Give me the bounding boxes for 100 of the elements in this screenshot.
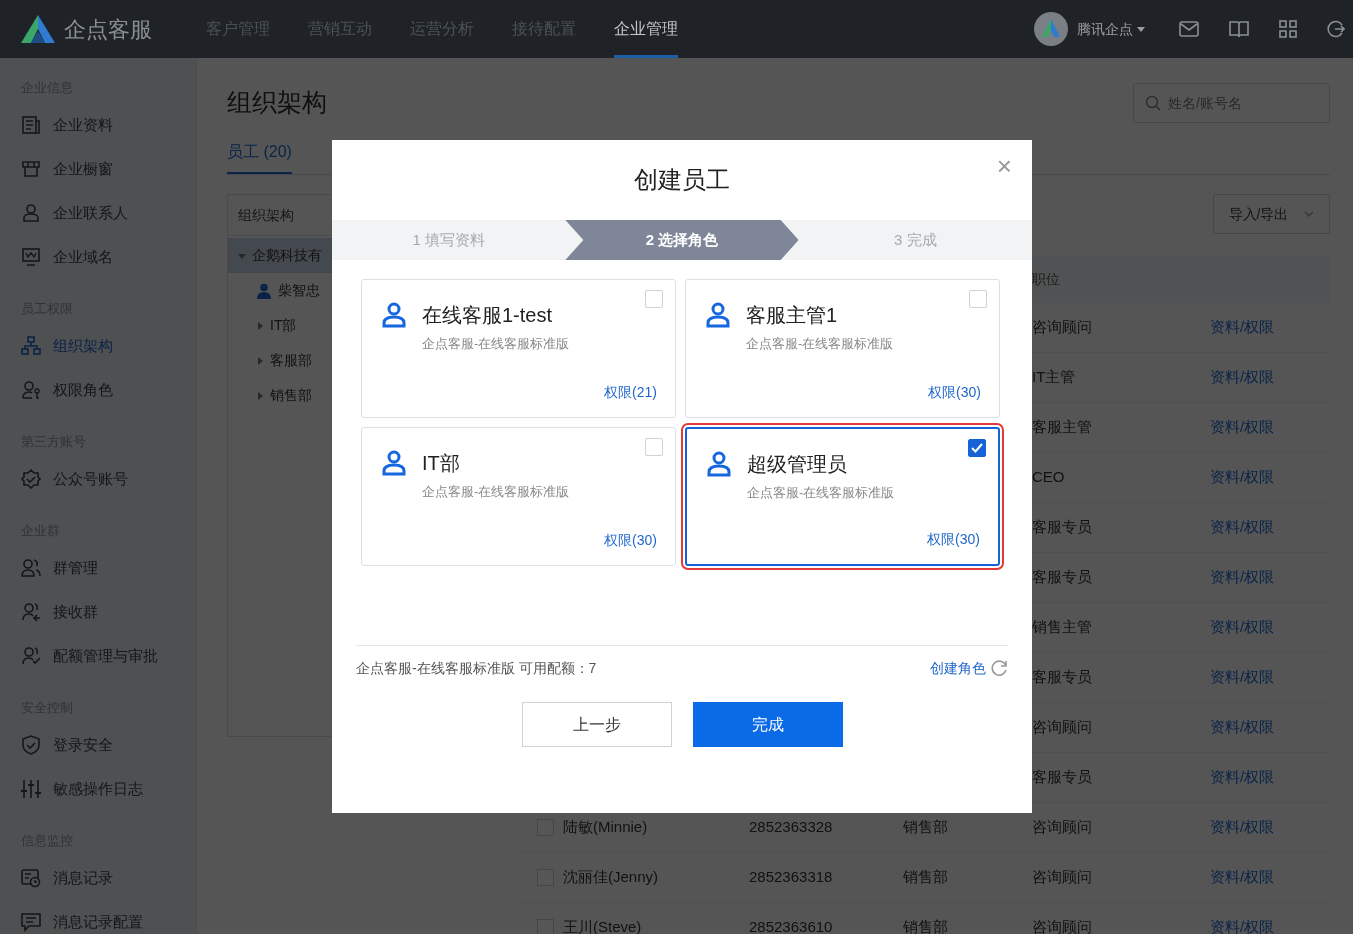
role-card[interactable]: 在线客服1-test 企点客服-在线客服标准版 权限(21) [361, 279, 676, 418]
close-button[interactable]: × [990, 152, 1018, 180]
table-cell: CEO [1032, 468, 1065, 486]
document-icon [21, 115, 41, 135]
shield-check-icon [21, 735, 41, 755]
profile-permissions-link[interactable]: 资料/权限 [1210, 618, 1275, 636]
profile-permissions-link[interactable]: 资料/权限 [1210, 468, 1275, 486]
sidebar-item[interactable]: 接收群 [0, 590, 196, 634]
message-icon [21, 912, 41, 932]
role-card[interactable]: 客服主管1 企点客服-在线客服标准版 权限(30) [685, 279, 1000, 418]
previous-step-button[interactable]: 上一步 [521, 702, 672, 747]
table-cell: 客服专员 [1032, 668, 1092, 686]
profile-permissions-link[interactable]: 资料/权限 [1210, 368, 1275, 386]
profile-permissions-link[interactable]: 资料/权限 [1210, 568, 1275, 586]
tree-item[interactable]: 客服部 [270, 350, 312, 371]
create-role-link[interactable]: 创建角色 [930, 657, 1008, 679]
profile-permissions-link[interactable]: 资料/权限 [1210, 918, 1275, 934]
tree-item[interactable]: IT部 [270, 315, 297, 336]
table-cell: 陆敏(Minnie) [563, 818, 648, 836]
profile-permissions-link[interactable]: 资料/权限 [1210, 718, 1275, 736]
people-check-icon [21, 646, 41, 666]
chevron-down-icon [1304, 211, 1315, 217]
import-export-button[interactable]: 导入/导出 [1213, 194, 1330, 234]
sidebar-item[interactable]: 权限角色 [0, 368, 196, 412]
role-name: IT部 [422, 451, 461, 476]
profile-permissions-link[interactable]: 资料/权限 [1210, 518, 1275, 536]
badge-check-icon [21, 469, 41, 489]
person-icon [382, 450, 406, 476]
sliders-icon [21, 779, 41, 799]
role-name: 客服主管1 [746, 303, 839, 328]
sidebar-item[interactable]: 企业域名 [0, 235, 196, 279]
search-icon [1145, 95, 1161, 111]
tree-item[interactable]: 销售部 [270, 385, 312, 406]
table-cell: 销售部 [903, 868, 948, 886]
logout-icon [1327, 20, 1345, 38]
account-menu[interactable]: 腾讯企点 [1077, 18, 1145, 40]
quota-text: 企点客服-在线客服标准版 可用配额：7 [356, 658, 597, 678]
profile-permissions-link[interactable]: 资料/权限 [1210, 768, 1275, 786]
profile-permissions-link[interactable]: 资料/权限 [1210, 668, 1275, 686]
sidebar-item[interactable]: 企业资料 [0, 103, 196, 147]
person-icon [21, 203, 41, 223]
sidebar-item[interactable]: 企业联系人 [0, 191, 196, 235]
book-icon [1229, 20, 1249, 38]
table-cell: 咨询顾问 [1032, 818, 1092, 836]
dialog-title: 创建员工 [634, 165, 730, 195]
table-cell: 2852363610 [749, 918, 833, 934]
table-cell: IT主管 [1032, 368, 1076, 386]
sidebar-item[interactable]: 配额管理与审批 [0, 634, 196, 678]
people-arrow-icon [21, 602, 41, 622]
role-product: 企点客服-在线客服标准版 [422, 483, 570, 501]
table-cell: 沈丽佳(Jenny) [563, 868, 659, 886]
role-product: 企点客服-在线客服标准版 [422, 335, 570, 353]
table-cell: 客服专员 [1032, 518, 1092, 536]
tree-item[interactable]: 企鹅科技有 [252, 245, 322, 266]
person-icon [256, 282, 272, 299]
grid-icon [1279, 20, 1297, 38]
caret-icon [1137, 26, 1145, 32]
sidebar-item[interactable]: 公众号账号 [0, 457, 196, 501]
role-name: 在线客服1-test [422, 303, 554, 328]
sidebar-item[interactable]: 组织架构 [0, 324, 196, 368]
table-cell: 销售主管 [1032, 618, 1092, 636]
wizard-step: 2 选择角色 [565, 220, 799, 260]
profile-permissions-link[interactable]: 资料/权限 [1210, 818, 1275, 836]
tab[interactable]: 员工 (20) [227, 140, 292, 174]
tree-item[interactable]: 柴智忠 [278, 280, 320, 301]
logo-icon [20, 14, 56, 44]
permissions-link[interactable]: 权限(30) [928, 382, 981, 403]
profile-permissions-link[interactable]: 资料/权限 [1210, 418, 1275, 436]
table-cell: 2852363318 [749, 868, 833, 886]
role-card[interactable]: IT部 企点客服-在线客服标准版 权限(30) [361, 427, 676, 566]
avatar-icon [1033, 11, 1069, 47]
sidebar-item[interactable]: 群管理 [0, 546, 196, 590]
table-cell: 客服专员 [1032, 768, 1092, 786]
table-cell: 2852363328 [749, 818, 833, 836]
profile-permissions-link[interactable]: 资料/权限 [1210, 868, 1275, 886]
table-cell: 销售部 [903, 818, 948, 836]
table-cell: 咨询顾问 [1032, 868, 1092, 886]
hierarchy-icon [21, 336, 41, 356]
table-cell: 咨询顾问 [1032, 718, 1092, 736]
role-name: 超级管理员 [747, 452, 848, 477]
sidebar-item[interactable]: 登录安全 [0, 723, 196, 767]
people-icon [21, 558, 41, 578]
table-cell: 客服专员 [1032, 568, 1092, 586]
person-icon [707, 451, 731, 477]
permissions-link[interactable]: 权限(30) [604, 530, 657, 551]
storefront-icon [21, 159, 41, 179]
permissions-link[interactable]: 权限(21) [604, 382, 657, 403]
table-cell: 销售部 [903, 918, 948, 934]
person-key-icon [21, 380, 41, 400]
sidebar-item[interactable]: 企业橱窗 [0, 147, 196, 191]
sidebar-item[interactable]: 消息记录 [0, 856, 196, 900]
finish-button[interactable]: 完成 [692, 702, 843, 747]
table-cell: 咨询顾问 [1032, 918, 1092, 934]
checkbox[interactable] [968, 439, 986, 457]
page-title: 组织架构 [227, 87, 327, 119]
nav-tab[interactable]: 企业管理 [614, 0, 678, 58]
permissions-link[interactable]: 权限(30) [927, 529, 980, 550]
person-icon [706, 302, 730, 328]
profile-permissions-link[interactable]: 资料/权限 [1210, 318, 1275, 336]
mail-icon [1179, 21, 1199, 37]
